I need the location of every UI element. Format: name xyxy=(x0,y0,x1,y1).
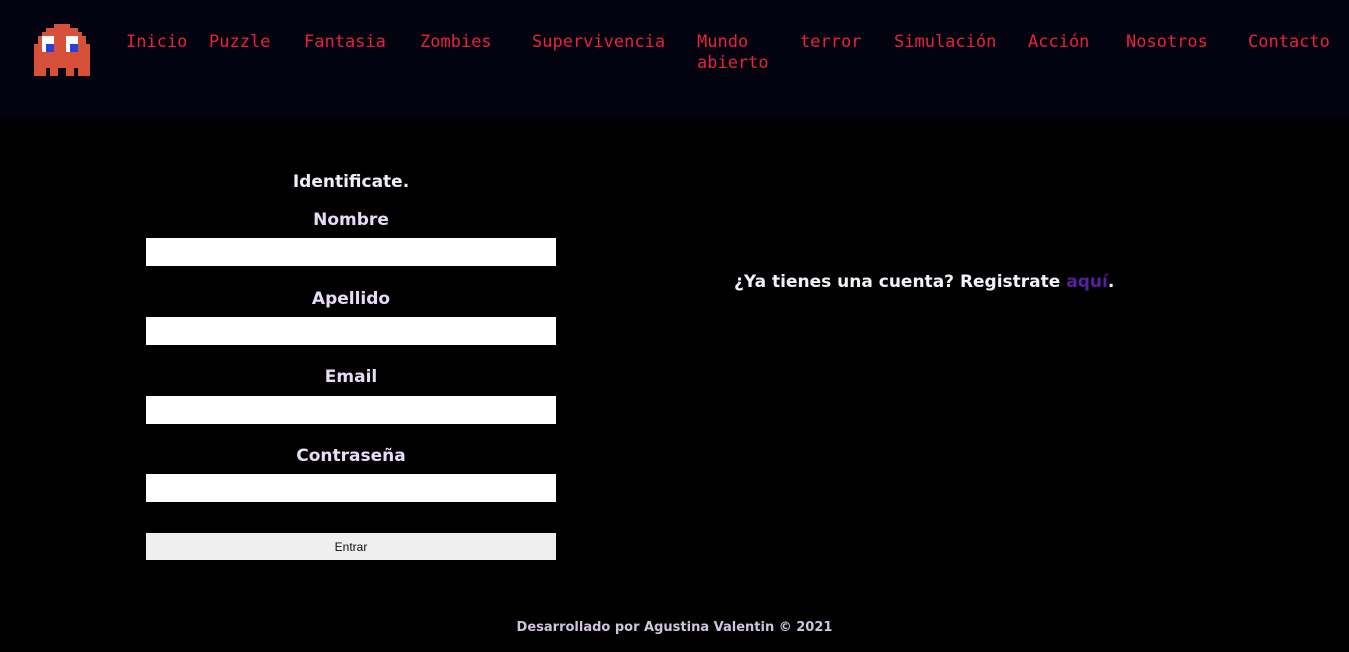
site-header: Inicio Puzzle Fantasia Zombies Supervive… xyxy=(0,0,1349,119)
register-prompt: ¿Ya tienes una cuenta? Registrate aquí. xyxy=(734,271,1114,293)
form-title: Identificate. xyxy=(292,172,410,192)
nav-item-puzzle[interactable]: Puzzle xyxy=(209,32,270,53)
email-label: Email xyxy=(324,367,378,387)
register-prompt-suffix: . xyxy=(1107,272,1115,292)
nav-item-nosotros[interactable]: Nosotros xyxy=(1126,32,1208,53)
register-prompt-text: ¿Ya tienes una cuenta? Registrate xyxy=(734,272,1067,292)
nav-item-supervivencia[interactable]: Supervivencia xyxy=(532,32,665,53)
nav-item-inicio[interactable]: Inicio xyxy=(126,32,187,53)
contrasena-label: Contraseña xyxy=(296,446,406,466)
nav-item-mundo-abierto[interactable]: Mundo abierto xyxy=(697,32,777,74)
nombre-label: Nombre xyxy=(313,210,389,230)
pacman-ghost-icon[interactable] xyxy=(34,24,90,80)
entrar-button[interactable]: Entrar xyxy=(146,533,556,560)
nav-item-terror[interactable]: terror xyxy=(800,32,861,53)
email-input[interactable] xyxy=(146,396,556,424)
nav-item-contacto[interactable]: Contacto xyxy=(1248,32,1330,53)
main-content: Identificate. Nombre Apellido Email Cont… xyxy=(0,119,1349,652)
register-link[interactable]: aquí xyxy=(1066,272,1108,292)
nombre-input[interactable] xyxy=(146,238,556,266)
contrasena-input[interactable] xyxy=(146,474,556,502)
nav-item-simulacion[interactable]: Simulación xyxy=(894,32,996,53)
apellido-input[interactable] xyxy=(146,317,556,345)
footer-credit: Desarrollado por Agustina Valentin © 202… xyxy=(516,620,833,635)
apellido-label: Apellido xyxy=(311,289,391,309)
nav-item-accion[interactable]: Acción xyxy=(1028,32,1089,53)
nav-item-zombies[interactable]: Zombies xyxy=(420,32,492,53)
nav-item-fantasia[interactable]: Fantasia xyxy=(304,32,386,53)
